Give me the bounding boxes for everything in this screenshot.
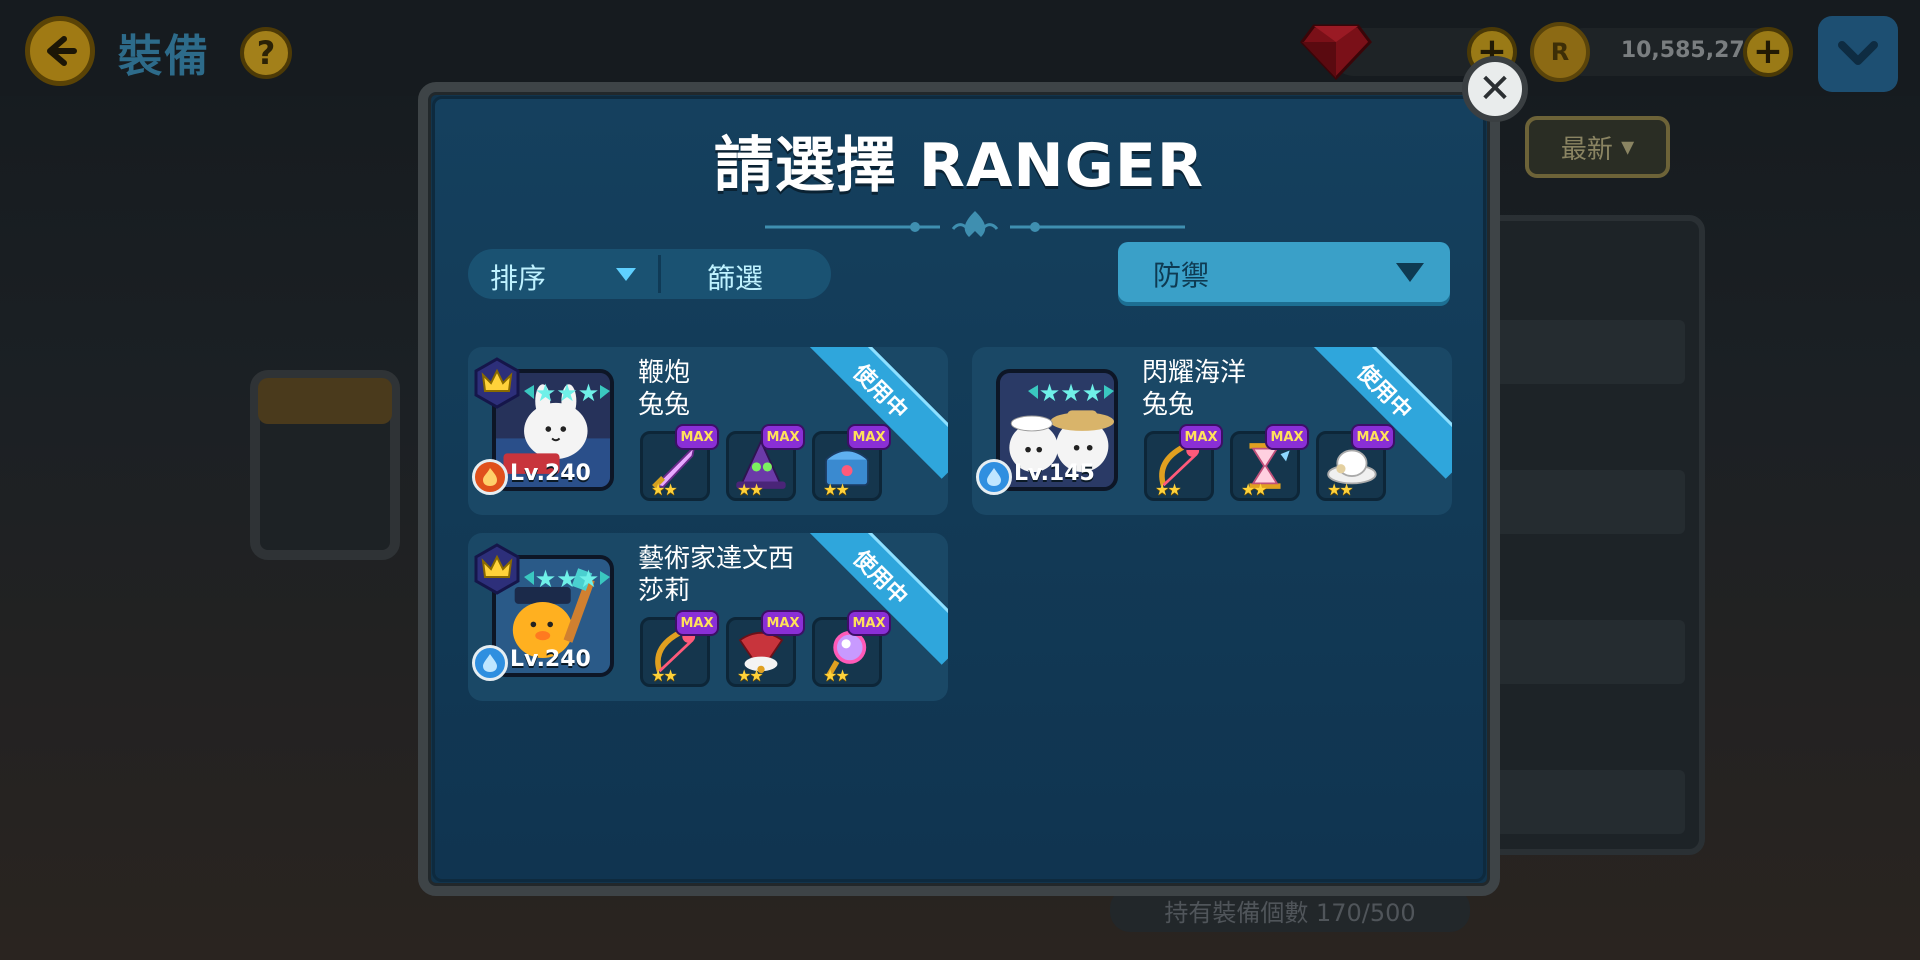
svg-text:★★★: ★★★ xyxy=(535,565,600,593)
max-tag: MAX xyxy=(675,424,719,450)
equip-stars: ★★ xyxy=(1241,480,1268,499)
max-tag: MAX xyxy=(761,610,805,636)
water-element-icon xyxy=(472,645,508,681)
page-title: 裝備 xyxy=(118,31,210,82)
ranger-card[interactable]: 使用中 ★★★ Lv.240 藝術家達文西 莎莉 MAX ★★ MAX ★★ M… xyxy=(468,533,948,701)
character-name: 鞭炮 兔兔 xyxy=(638,358,691,420)
bg-list-row xyxy=(1475,320,1685,384)
arrow-left-icon xyxy=(47,36,77,66)
svg-text:★★★: ★★★ xyxy=(1039,379,1104,407)
equip-stars: ★★ xyxy=(823,666,850,685)
star-rating-icon: ★★★ xyxy=(1028,379,1114,407)
crown-badge-icon xyxy=(474,357,520,409)
max-tag: MAX xyxy=(761,424,805,450)
equip-stars: ★★ xyxy=(1327,480,1354,499)
character-level: Lv.145 xyxy=(1014,461,1095,486)
toolbar-divider xyxy=(658,255,661,293)
sort-button[interactable]: 排序 xyxy=(490,257,546,297)
character-name: 閃耀海洋 兔兔 xyxy=(1142,358,1247,420)
equip-stars: ★★ xyxy=(737,480,764,499)
equip-slot[interactable]: MAX ★★ xyxy=(1230,424,1309,501)
equip-slot[interactable]: MAX ★★ xyxy=(640,610,719,687)
equip-stars: ★★ xyxy=(737,666,764,685)
max-tag: MAX xyxy=(1179,424,1223,450)
caret-down-icon[interactable] xyxy=(1396,263,1424,283)
equip-slot[interactable]: MAX ★★ xyxy=(1144,424,1223,501)
ranger-card[interactable]: 使用中 ★★★ Lv.240 鞭炮 兔兔 MAX ★★ MAX ★★ MAX ★… xyxy=(468,347,948,515)
character-level: Lv.240 xyxy=(510,461,591,486)
crown-badge-icon xyxy=(474,543,520,595)
caret-down-icon[interactable] xyxy=(616,268,636,282)
menu-button[interactable] xyxy=(1818,16,1898,92)
equip-slot[interactable]: MAX ★★ xyxy=(1316,424,1395,501)
character-name: 藝術家達文西 莎莉 xyxy=(638,544,795,606)
max-tag: MAX xyxy=(1351,424,1395,450)
star-rating-icon: ★★★ xyxy=(524,565,610,593)
chevron-down-icon xyxy=(1838,41,1878,65)
bg-list-row xyxy=(1475,470,1685,534)
equip-slot[interactable]: MAX ★★ xyxy=(726,424,805,501)
equip-slot[interactable]: MAX ★★ xyxy=(812,424,891,501)
fire-element-icon xyxy=(472,459,508,495)
equip-stars: ★★ xyxy=(823,480,850,499)
ranger-card[interactable]: 使用中 ★★★ Lv.145 閃耀海洋 兔兔 MAX ★★ MAX ★★ MAX… xyxy=(972,347,1452,515)
max-tag: MAX xyxy=(847,610,891,636)
bg-sort-dropdown: 最新 ▾ xyxy=(1525,116,1670,178)
equip-stars: ★★ xyxy=(651,480,678,499)
equip-slot[interactable]: MAX ★★ xyxy=(640,424,719,501)
star-rating-icon: ★★★ xyxy=(524,379,610,407)
category-value[interactable]: 防禦 xyxy=(1153,254,1209,294)
max-tag: MAX xyxy=(1265,424,1309,450)
filter-button[interactable]: 篩選 xyxy=(707,257,763,297)
equip-stars: ★★ xyxy=(651,666,678,685)
bg-list-row xyxy=(1475,770,1685,834)
character-level: Lv.240 xyxy=(510,647,591,672)
add-coins-button[interactable]: + xyxy=(1743,27,1793,77)
max-tag: MAX xyxy=(847,424,891,450)
svg-text:★★★: ★★★ xyxy=(535,379,600,407)
modal-title: 請選擇 RANGER xyxy=(713,131,1205,201)
max-tag: MAX xyxy=(675,610,719,636)
bg-sort-label: 最新 xyxy=(1560,134,1613,165)
bg-list-row xyxy=(1475,620,1685,684)
fleur-divider-icon xyxy=(765,211,1185,237)
help-button[interactable]: ? xyxy=(240,27,292,79)
equip-slot[interactable]: MAX ★★ xyxy=(812,610,891,687)
back-button[interactable] xyxy=(25,16,95,86)
coin-icon: R xyxy=(1530,22,1590,82)
ruby-gem-icon xyxy=(1300,24,1372,81)
bg-equip-tab xyxy=(258,378,392,424)
water-element-icon xyxy=(976,459,1012,495)
close-button[interactable]: ✕ xyxy=(1462,56,1528,122)
equip-stars: ★★ xyxy=(1155,480,1182,499)
equip-slot[interactable]: MAX ★★ xyxy=(726,610,805,687)
coin-value: 10,585,272 xyxy=(1620,38,1760,63)
